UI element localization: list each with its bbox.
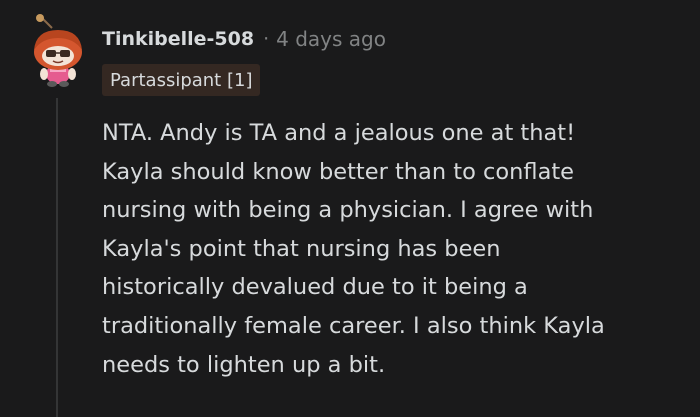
separator-dot: · <box>263 28 270 50</box>
comment-body-line: traditionally female career. I also thin… <box>102 312 605 339</box>
user-flair-badge: Partassipant [1] <box>102 64 261 96</box>
username-link[interactable]: Tinkibelle-508 <box>102 28 254 50</box>
comment-header: Tinkibelle-508 · 4 days ago <box>102 24 386 54</box>
thread-line[interactable] <box>56 98 58 417</box>
comment: Tinkibelle-508 · 4 days ago Partassipant… <box>0 0 700 417</box>
comment-body-line: nursing with being a physician. I agree … <box>102 197 594 224</box>
user-avatar-icon[interactable] <box>22 14 94 90</box>
comment-body-line: NTA. Andy is TA and a jealous one at tha… <box>102 120 576 146</box>
comment-body-line: Kayla should know better than to conflat… <box>102 158 575 185</box>
comment-body-line: needs to lighten up a bit. <box>102 351 386 378</box>
comment-timestamp[interactable]: 4 days ago <box>276 27 386 51</box>
comment-body-line: Kayla's point that nursing has been <box>102 235 501 262</box>
comment-body-line: historically devalued due to it being a <box>102 274 528 301</box>
comment-body: NTA. Andy is TA and a jealous one at tha… <box>102 114 694 384</box>
